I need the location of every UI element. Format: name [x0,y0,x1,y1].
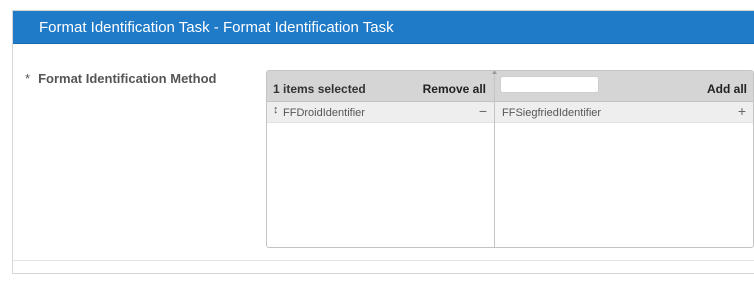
available-list-header: Add all [492,71,753,102]
available-list: Add all FFSiegfriedIdentifier + [492,71,753,247]
selected-list: 1 items selected Remove all ↕ FFDroidIde… [267,71,495,247]
available-item-label: FFSiegfriedIdentifier [502,107,602,119]
required-marker: * [25,71,31,86]
remove-all-button[interactable]: Remove all [423,82,486,96]
panel-divider [13,260,754,261]
available-items: FFSiegfriedIdentifier + [495,102,753,123]
field-label-text: Format Identification Method [38,71,217,86]
add-all-button[interactable]: Add all [707,82,747,96]
format-identification-panel: Format Identification Task - Format Iden… [12,10,754,274]
panel-title: Format Identification Task - Format Iden… [39,19,394,36]
selected-item-ffdroididentifier[interactable]: ↕ FFDroidIdentifier − [267,102,494,123]
selected-item-label: FFDroidIdentifier [283,107,365,119]
resize-handle-icon[interactable] [492,71,497,74]
field-label: * Format Identification Method [25,71,216,86]
add-item-icon[interactable]: + [738,104,746,118]
format-method-multiselect: 1 items selected Remove all ↕ FFDroidIde… [266,70,754,248]
search-input[interactable] [500,76,599,93]
selected-count: 1 items selected [273,82,366,96]
panel-header: Format Identification Task - Format Iden… [13,11,754,44]
remove-item-icon[interactable]: − [479,104,487,118]
drag-handle-icon[interactable]: ↕ [273,104,279,116]
selected-list-header: 1 items selected Remove all [267,71,494,102]
available-item-ffsiegfriedidentifier[interactable]: FFSiegfriedIdentifier + [495,102,753,123]
selected-items: ↕ FFDroidIdentifier − [267,102,494,123]
